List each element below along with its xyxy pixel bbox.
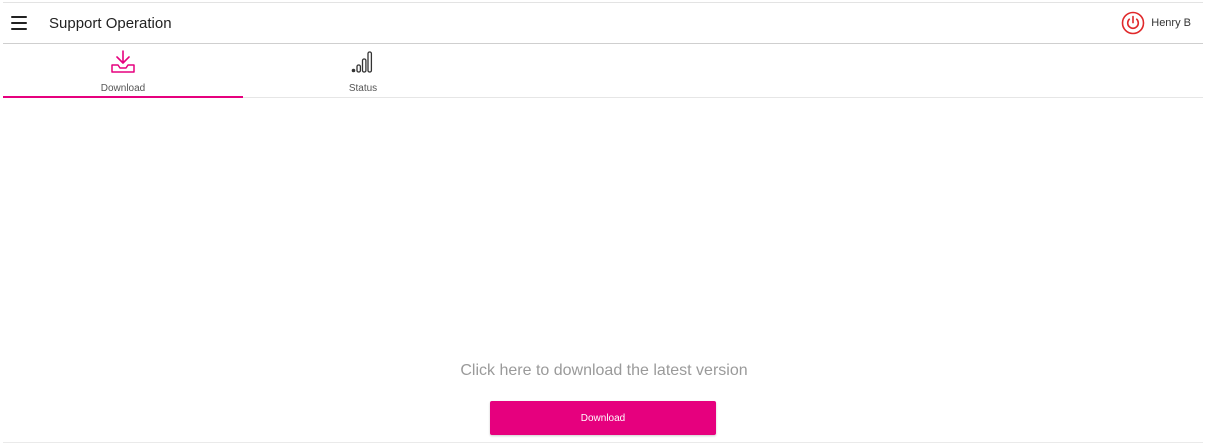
top-bar: Support Operation Henry B: [3, 2, 1203, 44]
tab-status[interactable]: Status: [243, 44, 483, 97]
app-page: Support Operation Henry B Download Statu…: [0, 0, 1208, 446]
tab-download[interactable]: Download: [3, 44, 243, 98]
app-title: Support Operation: [49, 14, 172, 32]
download-prompt[interactable]: Click here to download the latest versio…: [0, 362, 1208, 380]
hamburger-menu-icon[interactable]: [11, 11, 35, 35]
download-button[interactable]: Download: [490, 401, 716, 435]
download-tray-icon: [110, 50, 136, 79]
tab-bar: Download Status: [3, 44, 1203, 98]
bottom-divider: [3, 442, 1203, 443]
user-name[interactable]: Henry B: [1151, 17, 1191, 29]
tab-status-label: Status: [348, 83, 378, 94]
tab-download-label: Download: [100, 83, 146, 94]
power-icon[interactable]: [1120, 10, 1146, 36]
signal-bars-icon: [350, 50, 376, 79]
